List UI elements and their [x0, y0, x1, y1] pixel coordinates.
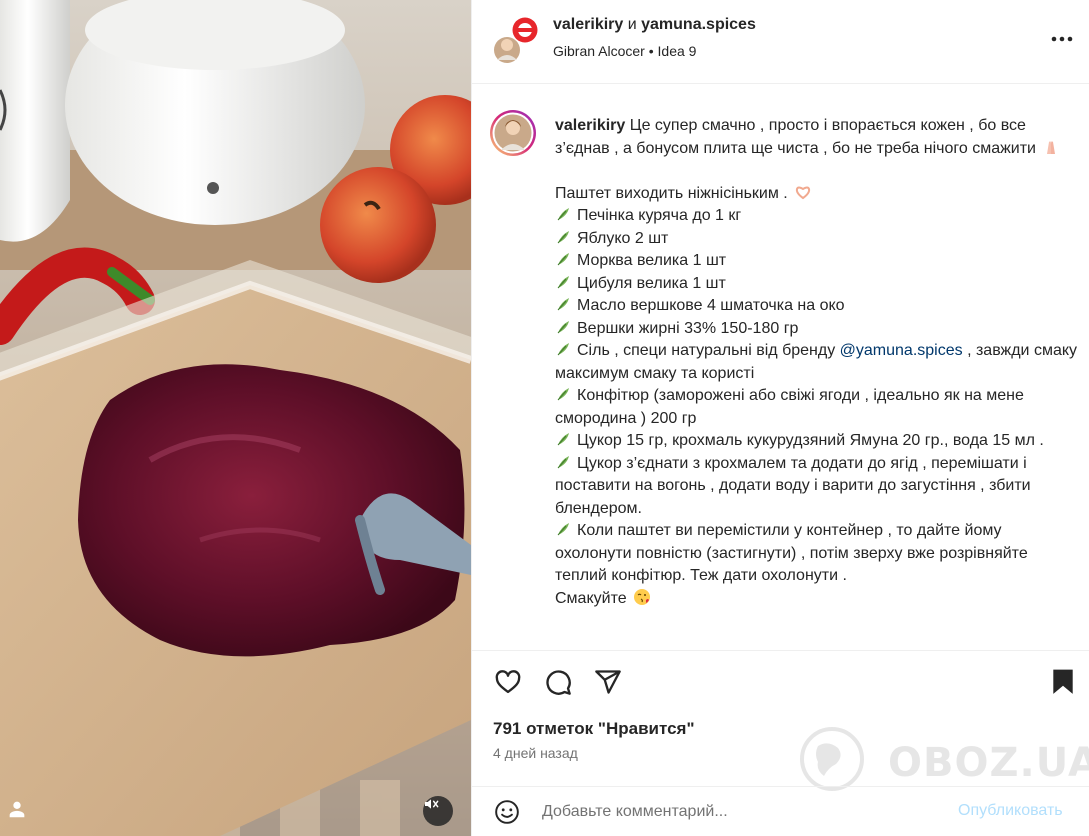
kissing-face-emoji — [634, 588, 651, 605]
herb-icon — [557, 388, 569, 401]
comment-bar: Опубликовать — [472, 786, 1089, 836]
herb-icon — [557, 343, 569, 356]
caption-username[interactable]: valerikiry — [555, 117, 625, 134]
bookmark-icon[interactable] — [1048, 667, 1078, 697]
ingredient-item: Цукор 15 гр, крохмаль кукурудзяний Ямуна… — [555, 430, 1080, 453]
tag-icon[interactable] — [6, 798, 46, 830]
herb-icon — [557, 230, 569, 243]
heart-hands-emoji — [796, 186, 811, 199]
muted-speaker-icon[interactable] — [423, 796, 453, 826]
step-text: Цукор з’єднати з крохмалем та додати до … — [555, 454, 1031, 517]
herb-icon — [557, 320, 569, 333]
user-link-valerikiry[interactable]: valerikiry — [553, 16, 623, 33]
caption-avatar[interactable] — [489, 109, 537, 157]
send-icon[interactable] — [593, 667, 623, 697]
salt-text-before: Сіль , специ натуральні від бренду — [577, 342, 840, 359]
step-item: Цукор з’єднати з крохмалем та додати до … — [555, 453, 1080, 521]
herb-icon — [557, 298, 569, 311]
herb-icon — [557, 253, 569, 266]
ingredient-text: Вершки жирні 33% 150-180 гр — [577, 319, 799, 337]
herb-icon — [557, 208, 569, 221]
caption-intro: Це супер смачно , просто і впорається ко… — [555, 117, 1036, 157]
step-text: Коли паштет ви перемістили у контейнер ,… — [555, 522, 1028, 584]
comment-input[interactable] — [542, 799, 942, 825]
oboz-watermark: OBOZ.UA — [784, 726, 1089, 792]
audio-track-link[interactable]: Idea 9 — [658, 43, 697, 59]
herb-icon — [557, 523, 569, 536]
heart-icon[interactable] — [493, 667, 523, 697]
ingredient-item: Яблуко 2 шт — [555, 228, 1080, 251]
post-timestamp[interactable]: 4 дней назад — [493, 745, 578, 761]
audio-attribution: Gibran Alcocer • Idea 9 — [553, 43, 696, 59]
step-item: Коли паштет ви перемістили у контейнер ,… — [555, 520, 1080, 588]
collab-avatars[interactable] — [491, 16, 539, 64]
publish-button[interactable]: Опубликовать — [958, 802, 1063, 820]
caption-pate-line: Паштет виходить ніжнісіньким . — [555, 184, 788, 202]
watermark-text: OBOZ.UA — [888, 740, 1089, 786]
confiture-text: Конфітюр (заморожені або свіжі ягоди , і… — [555, 387, 1024, 427]
mention-yamuna-spices[interactable]: @yamuna.spices — [840, 342, 963, 359]
caption-text: valerikiry Це супер смачно , просто і вп… — [555, 115, 1080, 610]
food-photo — [0, 0, 471, 836]
sugar-text: Цукор 15 гр, крохмаль кукурудзяний Ямуна… — [577, 432, 1044, 449]
collab-joiner: и — [627, 16, 637, 33]
herb-icon — [557, 275, 569, 288]
audio-artist-link[interactable]: Gibran Alcocer — [553, 43, 645, 59]
post-media[interactable] — [0, 0, 471, 836]
ingredient-item: Масло вершкове 4 шматочка на око — [555, 295, 1080, 318]
ingredient-text: Морква велика 1 шт — [577, 252, 727, 269]
ingredient-text: Масло вершкове 4 шматочка на око — [577, 297, 845, 314]
ingredient-item: Печінка куряча до 1 кг — [555, 205, 1080, 228]
ingredient-text: Печінка куряча до 1 кг — [577, 207, 742, 224]
post-panel: valerikiry и yamuna.spices Gibran Alcoce… — [471, 0, 1089, 836]
caption-area: valerikiry Це супер смачно , просто і вп… — [472, 85, 1089, 650]
ingredient-item: Морква велика 1 шт — [555, 250, 1080, 273]
caption-outro: Смакуйте — [555, 589, 627, 607]
like-count[interactable]: 791 отметок "Нравится" — [493, 719, 695, 739]
ingredient-item: Цибуля велика 1 шт — [555, 273, 1080, 296]
post-header: valerikiry и yamuna.spices Gibran Alcoce… — [472, 0, 1089, 84]
praying-hands-emoji — [1047, 140, 1056, 154]
more-horizontal-icon[interactable] — [1047, 27, 1077, 51]
ingredient-item: Вершки жирні 33% 150-180 гр — [555, 318, 1080, 341]
action-bar — [472, 650, 1089, 712]
globe-logo — [800, 727, 864, 791]
collab-usernames: valerikiry и yamuna.spices — [553, 16, 756, 34]
herb-icon — [557, 433, 569, 446]
ingredient-item: Конфітюр (заморожені або свіжі ягоди , і… — [555, 385, 1080, 430]
ingredient-text: Яблуко 2 шт — [577, 229, 669, 247]
user-link-yamuna[interactable]: yamuna.spices — [641, 16, 756, 33]
herb-icon — [557, 455, 569, 468]
ingredient-item: Сіль , специ натуральні від бренду @yamu… — [555, 340, 1080, 385]
ingredient-text: Цибуля велика 1 шт — [577, 274, 726, 292]
smiley-icon[interactable] — [492, 797, 522, 827]
comment-icon[interactable] — [543, 667, 573, 697]
audio-separator: • — [648, 43, 654, 59]
